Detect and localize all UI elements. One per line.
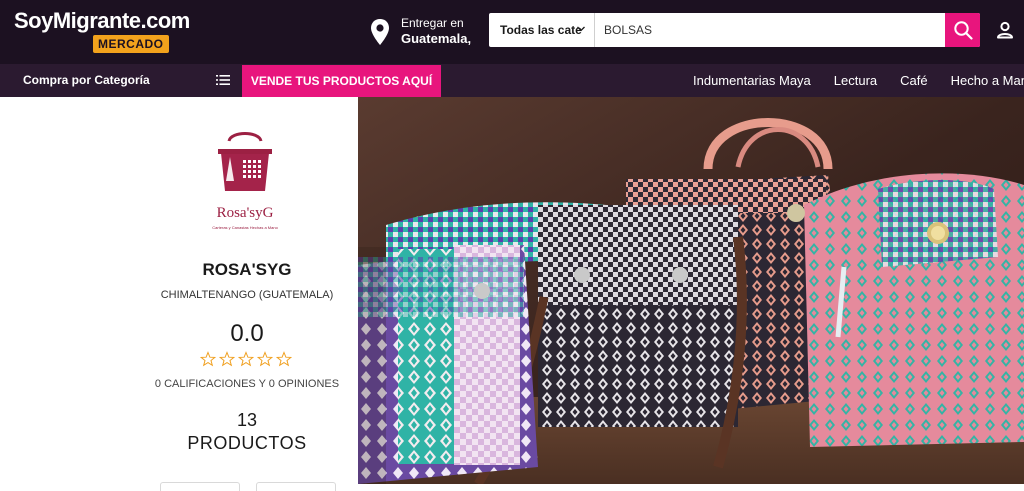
category-navbar: Compra por Categoría VENDE TUS PRODUCTOS…: [0, 64, 1024, 97]
basket-logo-icon: [218, 132, 272, 191]
user-icon[interactable]: [995, 20, 1015, 40]
deliver-location[interactable]: Entregar en Guatemala,: [370, 16, 480, 48]
store-reviews-count: 0 CALIFICACIONES Y 0 OPINIONES: [154, 378, 340, 390]
store-logo-wordmark: Rosa'syG: [216, 205, 274, 221]
store-banner-image: [358, 97, 1024, 484]
star-icon: [256, 351, 274, 367]
store-rating-value: 0.0: [230, 320, 264, 347]
search-category-select[interactable]: Todas las cate: [489, 13, 595, 47]
store-action-button[interactable]: [256, 482, 336, 491]
search-button[interactable]: [945, 13, 980, 47]
rating-stars: [200, 351, 292, 367]
star-icon: [200, 351, 217, 367]
store-profile: Rosa'syG Carteras y Canastas Hechas a Ma…: [0, 97, 358, 491]
deliver-location-value: Guatemala,: [401, 31, 472, 46]
top-header: SoyMigrante.com MERCADO Entregar en Guat…: [0, 0, 1024, 64]
site-logo-text: SoyMigrante.com: [14, 8, 190, 33]
chevron-down-icon: [577, 26, 585, 32]
site-logo-badge: MERCADO: [93, 35, 169, 53]
shop-by-category-link[interactable]: Compra por Categoría: [23, 64, 150, 97]
search-category-label: Todas las cate: [500, 23, 582, 37]
store-action-button[interactable]: [160, 482, 240, 491]
search-input[interactable]: [595, 13, 945, 47]
star-icon: [275, 351, 292, 367]
site-logo[interactable]: SoyMigrante.com MERCADO: [14, 9, 190, 53]
nav-links: Indumentarias MayaLecturaCaféHecho a Man…: [681, 64, 1024, 97]
deliver-label: Entregar en: [401, 16, 464, 30]
sell-products-button[interactable]: VENDE TUS PRODUCTOS AQUÍ: [242, 65, 441, 97]
store-products-count: 13: [236, 410, 258, 430]
star-icon: [218, 351, 236, 367]
store-logo-tagline: Carteras y Canastas Hechas a Mano: [212, 225, 278, 230]
star-icon: [237, 351, 255, 367]
store-logo: Rosa'syG Carteras y Canastas Hechas a Ma…: [185, 127, 305, 230]
nav-link-lectura[interactable]: Lectura: [822, 64, 888, 97]
store-name: ROSA'SYG: [202, 260, 292, 279]
store-products-label: PRODUCTOS: [187, 433, 307, 453]
store-location: CHIMALTENANGO (GUATEMALA): [160, 289, 334, 301]
woven-handbags-photo: [358, 97, 1024, 484]
nav-link-cafe[interactable]: Café: [888, 64, 938, 97]
list-icon[interactable]: [216, 74, 230, 86]
nav-link-hecho-a-mano[interactable]: Hecho a Mano: [939, 64, 1024, 97]
search-bar: Todas las cate: [489, 13, 980, 47]
nav-link-indumentarias-maya[interactable]: Indumentarias Maya: [681, 64, 822, 97]
location-pin-icon: [371, 19, 389, 45]
search-icon: [954, 21, 973, 40]
